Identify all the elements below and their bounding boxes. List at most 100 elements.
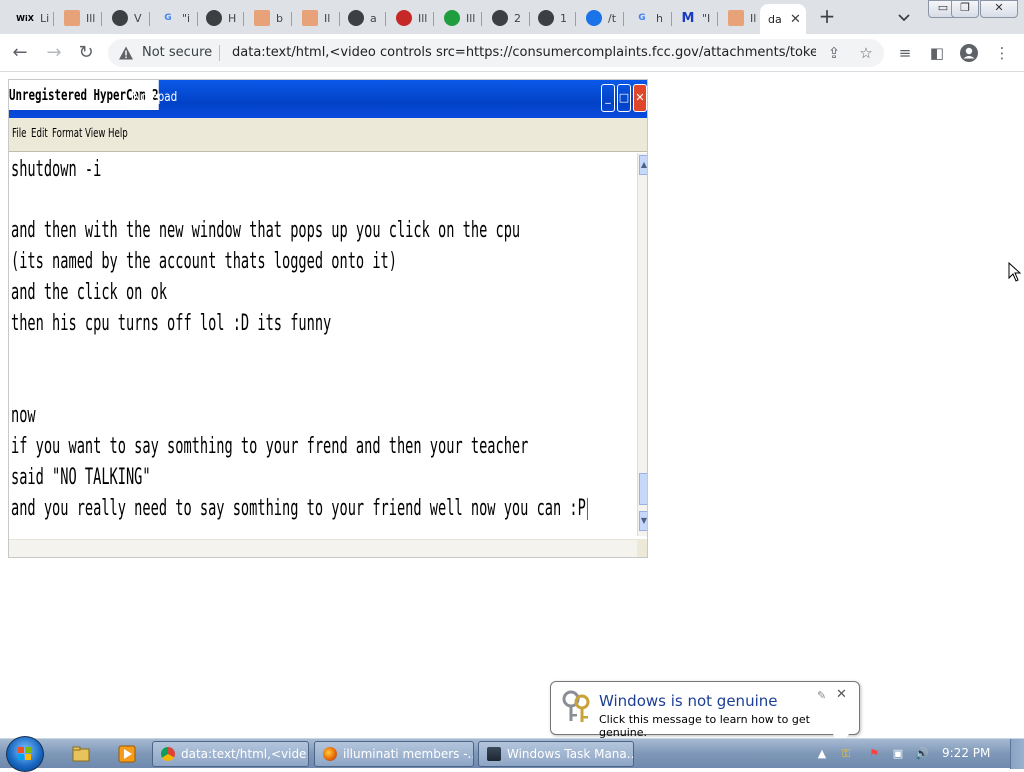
browser-tab[interactable]: da ✕: [760, 4, 806, 34]
browser-tab[interactable]: a: [340, 4, 386, 32]
menu-format: Format: [52, 126, 83, 140]
action-center-flag-icon[interactable]: ⚑: [866, 746, 882, 762]
browser-tab[interactable]: Gh: [626, 4, 672, 32]
scroll-thumb: [639, 473, 647, 505]
tab-title: Ill: [418, 11, 428, 25]
profile-avatar-icon[interactable]: [959, 43, 979, 63]
taskbar-button-chrome[interactable]: data:text/html,<vide...: [152, 741, 309, 767]
avatar-icon: [396, 10, 412, 26]
close-window-button[interactable]: ✕: [980, 0, 1018, 18]
menu-edit: Edit: [31, 126, 48, 140]
browser-tab[interactable]: 2: [484, 4, 530, 32]
mouse-pointer-icon: [1008, 262, 1022, 282]
tab-separator: [149, 12, 150, 26]
notepad-titlebar: Unregistered HyperCam 2 Notepad _ □ ✕: [9, 80, 647, 118]
bookmark-star-icon[interactable]: ☆: [857, 44, 875, 62]
tab-title: Il: [324, 11, 331, 25]
taskbar-button-firefox[interactable]: illuminati members -...: [314, 741, 474, 767]
google-icon: G: [638, 13, 646, 23]
volume-icon[interactable]: 🔊: [914, 746, 930, 762]
forward-button[interactable]: →: [42, 42, 66, 64]
browser-tab[interactable]: /t: [578, 4, 624, 32]
tab-title: b: [276, 11, 283, 25]
browser-tab[interactable]: V: [104, 4, 150, 32]
notepad-vertical-scrollbar: ▲ ▼: [637, 153, 647, 536]
text-line: said "NO TALKING": [11, 465, 151, 490]
start-button[interactable]: [6, 736, 44, 772]
notepad-minimize-button: _: [601, 84, 615, 112]
menu-help: Help: [108, 126, 128, 140]
text-line-last: and you really need to say somthing to y…: [11, 496, 588, 521]
tab-title: 2: [514, 11, 521, 25]
tab-title: H: [228, 11, 237, 25]
browser-tab[interactable]: H: [198, 4, 244, 32]
tab-title: h: [656, 11, 663, 25]
explorer-folder-icon[interactable]: [72, 745, 90, 763]
media-control-icon[interactable]: ≡: [895, 43, 915, 63]
tab-title: /t: [608, 11, 617, 25]
pyramid-icon: [302, 10, 318, 26]
new-tab-button[interactable]: +: [816, 6, 838, 28]
tab-separator: [623, 12, 624, 26]
network-icon[interactable]: ▣: [890, 746, 906, 762]
text-line: then his cpu turns off lol :D its funny: [11, 311, 332, 336]
keys-tray-icon[interactable]: ⚿: [838, 746, 854, 762]
notepad-horizontal-scrollbar: [9, 539, 637, 557]
url-text[interactable]: data:text/html,<video controls src=https…: [232, 45, 816, 60]
tab-title: a: [370, 11, 377, 25]
tab-separator: [291, 12, 292, 26]
taskbar-button-task-manager[interactable]: Windows Task Mana...: [478, 741, 634, 767]
warning-icon[interactable]: [118, 45, 134, 61]
balloon-message[interactable]: Click this message to learn how to get g…: [599, 713, 859, 739]
browser-tab[interactable]: Ill: [56, 4, 102, 32]
tab-title: "i: [182, 11, 191, 25]
show-desktop-button[interactable]: [1010, 739, 1024, 769]
media-player-icon[interactable]: [118, 745, 136, 763]
notification-balloon[interactable]: Windows is not genuine Click this messag…: [550, 681, 860, 748]
video-frame[interactable]: Unregistered HyperCam 2 Notepad _ □ ✕ Fi…: [8, 79, 648, 558]
balloon-title: Windows is not genuine: [599, 692, 778, 710]
menu-view: View: [85, 126, 106, 140]
reload-button[interactable]: ↻: [74, 42, 98, 64]
tab-separator: [481, 12, 482, 26]
address-bar[interactable]: Not secure data:text/html,<video control…: [108, 39, 884, 67]
share-icon[interactable]: ⇪: [825, 44, 843, 62]
notepad-menubar: File Edit Format View Help: [9, 118, 647, 152]
security-label[interactable]: Not secure: [142, 45, 212, 60]
text-cursor: [587, 498, 588, 520]
browser-tab[interactable]: G "i: [152, 4, 198, 32]
globe-icon: [348, 10, 364, 26]
close-tab-icon[interactable]: ✕: [790, 12, 801, 27]
scroll-up-arrow-icon: ▲: [639, 155, 647, 175]
pin-icon[interactable]: ✎: [817, 689, 826, 702]
browser-tab[interactable]: b: [246, 4, 292, 32]
text-line: and then with the new window that pops u…: [11, 218, 521, 243]
clock[interactable]: 9:22 PM: [942, 746, 990, 760]
show-hidden-icons-icon[interactable]: ▲: [814, 746, 830, 762]
tab-title: Li: [40, 11, 50, 25]
browser-tab[interactable]: Ill: [388, 4, 434, 32]
tab-separator: [433, 12, 434, 26]
globe-icon: [112, 10, 128, 26]
browser-tab[interactable]: WiX Li: [8, 4, 54, 32]
text-line: now: [11, 403, 36, 428]
browser-tab[interactable]: 1: [530, 4, 576, 32]
browser-tab[interactable]: Il: [294, 4, 340, 32]
browser-toolbar: ← → ↻ Not secure data:text/html,<video c…: [0, 34, 1024, 72]
back-button[interactable]: ←: [8, 42, 32, 64]
globe-icon: [492, 10, 508, 26]
task-manager-icon: [487, 747, 501, 761]
pyramid-icon: [728, 10, 744, 26]
text-line: (its named by the account thats logged o…: [11, 249, 397, 274]
kebab-menu-icon[interactable]: ⋮: [992, 43, 1012, 63]
tab-search-icon[interactable]: [896, 9, 912, 25]
tab-title: da: [768, 12, 782, 26]
balloon-close-button[interactable]: ✕: [836, 687, 847, 702]
pyramid-icon: [64, 10, 80, 26]
pyramid-icon: [254, 10, 270, 26]
side-panel-icon[interactable]: ◧: [927, 43, 947, 63]
browser-tab[interactable]: Ill: [436, 4, 482, 32]
browser-tab[interactable]: M "I: [672, 4, 718, 32]
maximize-button[interactable]: ❐: [951, 0, 979, 18]
notepad-maximize-button: □: [617, 84, 631, 112]
